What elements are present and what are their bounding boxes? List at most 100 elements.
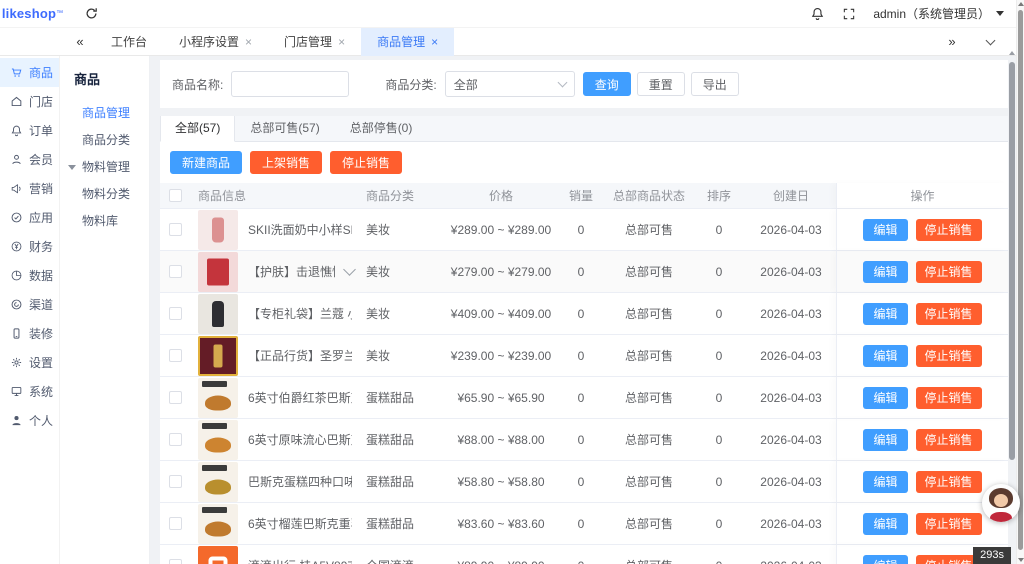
sidebar-item-data[interactable]: 数据 <box>0 261 59 290</box>
submenu-item[interactable]: 物料分类 <box>60 181 149 208</box>
create-goods-button[interactable]: 新建商品 <box>170 151 243 174</box>
user-menu[interactable]: admin（系统管理员） <box>873 5 1004 22</box>
product-sales: 0 <box>577 432 585 447</box>
sidebar-item-marketing[interactable]: 营销 <box>0 174 59 203</box>
scroll-up-icon[interactable] <box>1009 51 1015 55</box>
browser-scrollbar-thumb[interactable] <box>1018 10 1023 550</box>
tabs-menu-icon[interactable] <box>985 35 996 45</box>
fullscreen-icon[interactable] <box>841 6 857 22</box>
nav-tab[interactable]: 小程序设置 × <box>163 28 268 56</box>
sidebar-item-label: 门店 <box>29 95 54 109</box>
submenu-item[interactable]: 商品管理 <box>60 100 149 127</box>
export-button[interactable]: 导出 <box>690 72 739 96</box>
edit-button[interactable]: 编辑 <box>863 554 908 564</box>
edit-button[interactable]: 编辑 <box>863 260 908 283</box>
sidebar-item-decorate[interactable]: 装修 <box>0 319 59 348</box>
browser-scrollbar[interactable] <box>1016 0 1024 564</box>
status-tab[interactable]: 总部停售(0) <box>335 116 428 141</box>
scroll-up-icon[interactable] <box>1018 2 1024 6</box>
stop-sale-button[interactable]: 停止销售 <box>915 302 982 325</box>
product-status: 总部可售 <box>624 391 673 405</box>
product-name: 【正品行货】圣罗兰YSL小... <box>248 349 352 363</box>
stop-sale-button[interactable]: 停止销售 <box>330 151 403 174</box>
sidebar-item-store[interactable]: 门店 <box>0 87 59 116</box>
row-checkbox[interactable] <box>168 223 182 236</box>
submenu-item[interactable]: 商品分类 <box>60 127 149 154</box>
goods-category-select[interactable]: 全部 <box>444 71 575 97</box>
edit-button[interactable]: 编辑 <box>863 218 908 241</box>
product-status: 总部可售 <box>624 349 673 363</box>
edit-button[interactable]: 编辑 <box>863 512 908 535</box>
row-checkbox[interactable] <box>168 307 182 320</box>
edit-button[interactable]: 编辑 <box>863 302 908 325</box>
edit-button[interactable]: 编辑 <box>863 470 908 493</box>
status-tab[interactable]: 全部(57) <box>160 116 236 142</box>
nav-tab[interactable]: 门店管理 × <box>268 28 361 56</box>
stop-sale-button[interactable]: 停止销售 <box>915 512 982 535</box>
sidebar-item-settings[interactable]: 设置 <box>0 348 59 377</box>
put-on-sale-button[interactable]: 上架销售 <box>250 151 323 174</box>
nav-tabs-list: 工作台 小程序设置 × 门店管理 × 商品管理 × <box>95 27 937 56</box>
product-name: SKII洗面奶中小样SK2氨基... <box>248 223 352 237</box>
sidebar-item-personal[interactable]: 个人 <box>0 406 59 435</box>
select-all-checkbox[interactable] <box>168 189 182 202</box>
customer-service-avatar[interactable] <box>982 484 1020 522</box>
sidebar-item-system[interactable]: 系统 <box>0 377 59 406</box>
nav-tab[interactable]: 商品管理 × <box>361 27 455 56</box>
product-price: ¥65.90 ~ ¥65.90 <box>457 390 545 405</box>
sidebar-item-order[interactable]: 订单 <box>0 116 59 145</box>
reset-button[interactable]: 重置 <box>636 72 685 96</box>
gear-icon <box>10 356 23 369</box>
row-checkbox[interactable] <box>168 391 182 404</box>
sidebar-item-finance[interactable]: 财务 <box>0 232 59 261</box>
col-header-price: 价格 <box>488 189 513 203</box>
submenu-item[interactable]: 物料管理 <box>60 154 149 181</box>
edit-button[interactable]: 编辑 <box>863 428 908 451</box>
stop-sale-button[interactable]: 停止销售 <box>915 428 982 451</box>
close-icon[interactable]: × <box>338 36 345 48</box>
product-name: 6英寸原味流心巴斯克重乳酪 <box>248 433 352 447</box>
submenu-item-label: 商品分类 <box>82 133 131 147</box>
edit-button[interactable]: 编辑 <box>863 344 908 367</box>
close-icon[interactable]: × <box>245 36 252 48</box>
close-icon[interactable]: × <box>431 36 438 48</box>
goods-panel: 全部(57) 总部可售(57) 总部停售(0) 新建商品 上架销售 停止销售 商品信… <box>160 116 1008 564</box>
row-checkbox[interactable] <box>168 475 182 488</box>
content-scrollbar-thumb[interactable] <box>1009 62 1015 460</box>
tabs-scroll-right-icon[interactable]: » <box>937 34 967 49</box>
stop-sale-button[interactable]: 停止销售 <box>915 260 982 283</box>
row-checkbox[interactable] <box>168 349 182 362</box>
tabs-scroll-left-icon[interactable]: « <box>65 34 95 49</box>
stop-sale-button[interactable]: 停止销售 <box>915 218 982 241</box>
content-scrollbar[interactable] <box>1009 51 1015 558</box>
sidebar-item-channel[interactable]: 渠道 <box>0 290 59 319</box>
goods-name-input[interactable] <box>231 71 350 97</box>
row-checkbox[interactable] <box>168 433 182 446</box>
stop-sale-button[interactable]: 停止销售 <box>915 386 982 409</box>
edit-button[interactable]: 编辑 <box>863 386 908 409</box>
expand-row-icon[interactable] <box>343 263 356 276</box>
sidebar-item-apps[interactable]: 应用 <box>0 203 59 232</box>
stop-sale-button[interactable]: 停止销售 <box>915 344 982 367</box>
nav-tab[interactable]: 工作台 <box>95 28 163 56</box>
row-checkbox[interactable] <box>168 265 182 278</box>
product-created-date: 2026-04-03 <box>760 222 822 237</box>
stop-sale-button[interactable]: 停止销售 <box>915 554 982 564</box>
submenu-item[interactable]: 物料库 <box>60 208 149 235</box>
scroll-down-icon[interactable] <box>1018 558 1024 562</box>
status-tab[interactable]: 总部可售(57) <box>235 116 334 141</box>
caret-down-icon[interactable] <box>68 165 76 170</box>
product-price: ¥289.00 ~ ¥289.00 <box>450 222 552 237</box>
search-button[interactable]: 查询 <box>582 72 631 96</box>
sidebar-item-goods[interactable]: 商品 <box>0 58 59 87</box>
shop-icon <box>10 95 23 108</box>
goods-category-label: 商品分类: <box>385 77 437 92</box>
sidebar-item-member[interactable]: 会员 <box>0 145 59 174</box>
bell-icon[interactable] <box>809 6 825 22</box>
sidebar-item-label: 订单 <box>29 124 54 138</box>
row-checkbox[interactable] <box>168 517 182 530</box>
reload-icon[interactable] <box>83 6 99 22</box>
stop-sale-button[interactable]: 停止销售 <box>915 470 982 493</box>
row-checkbox[interactable] <box>168 559 182 564</box>
brand-logo[interactable]: likeshop ™ <box>0 0 65 28</box>
